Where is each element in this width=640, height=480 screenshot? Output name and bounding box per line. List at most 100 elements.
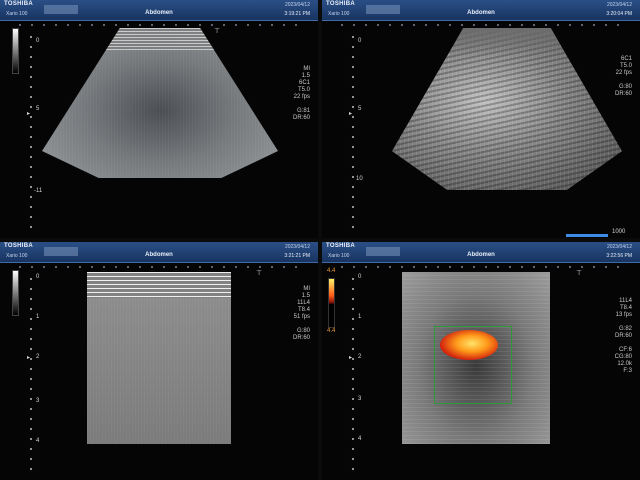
param-line [293, 101, 310, 108]
orientation-marker-icon: ⊤ [576, 270, 583, 277]
color-flow-signal [440, 330, 498, 360]
exam-date: 2023/04/12 [284, 2, 310, 8]
param-line [615, 77, 632, 84]
param-line: 12.0k [617, 361, 632, 367]
param-line [293, 321, 310, 328]
ultrasound-panel-1: TOSHIBA Xario 100 Abdomen 2023/04/12 3:1… [0, 0, 318, 238]
color-scale-min: 4.4 [327, 328, 336, 334]
exam-time: 3:19:21 PM [284, 11, 310, 17]
depth-label: 1 [36, 314, 40, 320]
param-line [615, 319, 632, 326]
grayscale-bar [12, 270, 19, 316]
param-line: 6C1 [620, 56, 632, 62]
depth-label: 2 [358, 354, 362, 360]
color-flow-bar [328, 278, 335, 328]
param-line: DR:60 [292, 335, 310, 341]
scale-bar [566, 234, 608, 237]
param-line: CG:80 [614, 354, 632, 360]
scale-label: 1000 [612, 229, 626, 235]
ultrasound-panel-4: TOSHIBA Xario 100 Abdomen 2023/04/12 3:2… [322, 242, 640, 480]
param-line: 11L4 [619, 298, 632, 304]
focus-marker-icon: ▸ [349, 111, 353, 117]
depth-label: 0 [358, 38, 362, 44]
lateral-scale [336, 22, 626, 28]
param-line: F:3 [623, 368, 632, 374]
exam-date: 2023/04/12 [606, 244, 632, 250]
brand-label: TOSHIBA [4, 1, 33, 7]
exam-date: 2023/04/12 [284, 244, 310, 250]
lateral-scale [14, 22, 304, 28]
focus-marker-icon: ▸ [27, 111, 31, 117]
depth-label: 0 [36, 274, 40, 280]
depth-ruler [350, 32, 356, 232]
ultrasound-image [42, 28, 278, 178]
ultrasound-image [392, 28, 622, 190]
exam-type: Abdomen [467, 252, 495, 258]
panel-header: TOSHIBA Xario 100 Abdomen 2023/04/12 3:1… [0, 0, 318, 21]
param-line: G:80 [618, 84, 632, 90]
panel-header: TOSHIBA Xario 100 Abdomen 2023/04/12 3:2… [322, 0, 640, 21]
depth-label: -11 [34, 188, 43, 194]
panel-header: TOSHIBA Xario 100 Abdomen 2023/04/12 3:2… [322, 242, 640, 263]
param-line: G:81 [296, 108, 310, 114]
param-line: T5.0 [619, 63, 632, 69]
exam-time: 3:21:21 PM [284, 253, 310, 259]
focus-marker-icon: ▸ [27, 355, 31, 361]
depth-label: 5 [358, 106, 362, 112]
ultrasound-panel-2: TOSHIBA Xario 100 Abdomen 2023/04/12 3:2… [322, 0, 640, 238]
param-line: T8.4 [619, 305, 632, 311]
exam-time: 3:20:04 PM [606, 11, 632, 17]
param-line: 51 fps [293, 314, 310, 320]
panel-header: TOSHIBA Xario 100 Abdomen 2023/04/12 3:2… [0, 242, 318, 263]
depth-label: 2 [36, 354, 40, 360]
focus-marker-icon: ▸ [349, 355, 353, 361]
param-line: MI [303, 66, 310, 72]
param-line: DR:60 [292, 115, 310, 121]
param-line: T8.4 [297, 307, 310, 313]
exam-type: Abdomen [467, 10, 495, 16]
param-line: G:80 [296, 328, 310, 334]
ultrasound-panel-3: TOSHIBA Xario 100 Abdomen 2023/04/12 3:2… [0, 242, 318, 480]
param-line: MI [303, 286, 310, 292]
param-line: CF:6 [618, 347, 632, 353]
ultrasound-image [87, 272, 231, 444]
param-line: 11L4 [297, 300, 310, 306]
depth-label: 5 [36, 106, 40, 112]
param-line: DR:60 [614, 91, 632, 97]
brand-label: TOSHIBA [326, 243, 355, 249]
param-line: 22 fps [293, 94, 310, 100]
exam-type: Abdomen [145, 10, 173, 16]
param-line: DR:60 [614, 333, 632, 339]
imaging-parameters: MI 1.5 6C1 T5.0 22 fps G:81 DR:60 [293, 66, 310, 122]
param-line [615, 340, 632, 347]
param-line: 6C1 [298, 80, 310, 86]
depth-label: 3 [358, 396, 362, 402]
imaging-parameters: 6C1 T5.0 22 fps G:80 DR:60 [615, 56, 632, 98]
depth-label: 4 [36, 438, 40, 444]
lateral-scale [336, 264, 626, 270]
depth-label: 3 [36, 398, 40, 404]
param-line: G:82 [618, 326, 632, 332]
depth-ruler [350, 274, 356, 474]
depth-label: 0 [36, 38, 40, 44]
param-line: 1.5 [301, 293, 310, 299]
grayscale-bar [12, 28, 19, 74]
depth-ruler [28, 274, 34, 474]
imaging-parameters: 11L4 T8.4 13 fps G:82 DR:60 CF:6 CG:80 1… [615, 298, 632, 375]
depth-ruler [28, 32, 34, 232]
exam-date: 2023/04/12 [606, 2, 632, 8]
param-line: T5.0 [297, 87, 310, 93]
depth-label: 1 [358, 314, 362, 320]
exam-type: Abdomen [145, 252, 173, 258]
exam-time: 3:22:56 PM [606, 253, 632, 259]
orientation-marker-icon: ⊤ [214, 28, 221, 35]
depth-label: 0 [358, 274, 362, 280]
imaging-parameters: MI 1.5 11L4 T8.4 51 fps G:80 DR:60 [293, 286, 310, 342]
param-line: 22 fps [615, 70, 632, 76]
depth-label: 4 [358, 436, 362, 442]
param-line: 1.5 [301, 73, 310, 79]
depth-label: 10 [356, 176, 363, 182]
param-line: 13 fps [615, 312, 632, 318]
brand-label: TOSHIBA [326, 1, 355, 7]
brand-label: TOSHIBA [4, 243, 33, 249]
